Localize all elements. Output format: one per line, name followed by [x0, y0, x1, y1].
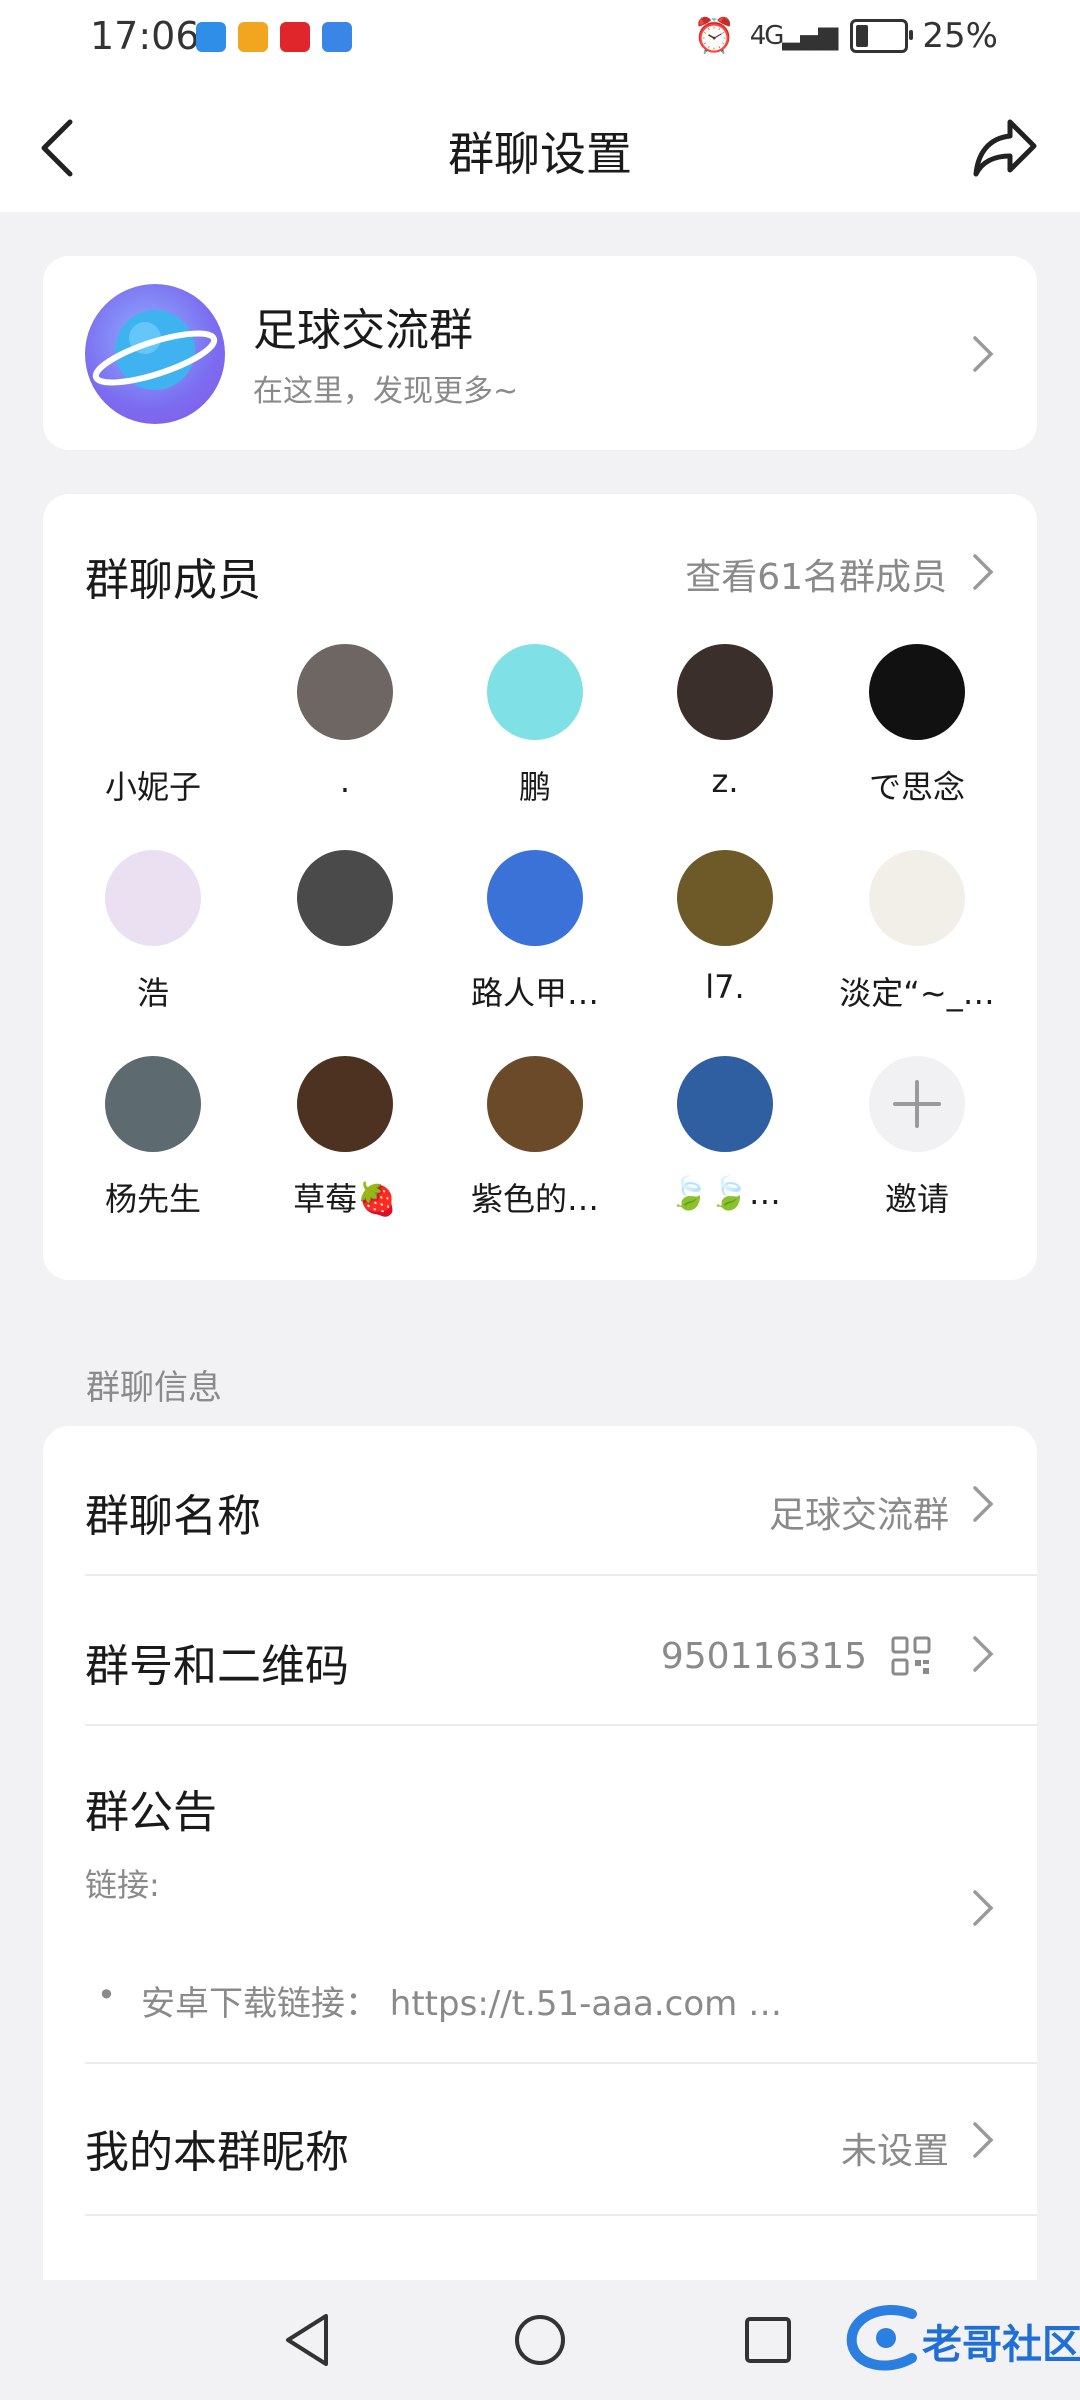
signal-icon: 4G▂▄▆	[749, 21, 839, 51]
group-name-label: 群聊名称	[85, 1491, 261, 1542]
member-name: 浩	[136, 974, 169, 1012]
group-name: 足球交流群	[253, 305, 473, 356]
group-notice-label: 群公告	[85, 1787, 217, 1838]
invite-member-button[interactable]: 邀请	[827, 1056, 1007, 1220]
chevron-right-icon	[973, 1636, 994, 1672]
member-name: で思念	[868, 768, 965, 806]
member-avatar	[677, 850, 773, 946]
member-item[interactable]: 路人甲…	[445, 850, 625, 1014]
member-name: z.	[711, 762, 739, 800]
member-avatar	[677, 644, 773, 740]
group-profile-card[interactable]: 足球交流群 在这里，发现更多~	[43, 256, 1037, 450]
member-item[interactable]: 🍃🍃…	[635, 1056, 815, 1212]
member-avatar	[487, 850, 583, 946]
status-time: 17:06	[90, 14, 200, 58]
notice-line: 链接:	[85, 1866, 160, 1904]
member-avatar	[105, 1056, 201, 1152]
plus-icon	[869, 1056, 965, 1152]
divider	[85, 1724, 1037, 1726]
divider	[85, 1574, 1037, 1576]
members-title: 群聊成员	[85, 555, 261, 606]
member-item[interactable]: z.	[635, 644, 815, 800]
notification-icons	[196, 22, 352, 52]
alarm-icon: ⏰	[693, 16, 736, 56]
group-id-value: 950116315	[660, 1636, 867, 1677]
status-bar: 17:06 ⏰ 4G▂▄▆ 25%	[0, 0, 1080, 80]
my-nickname-value: 未设置	[840, 2131, 949, 2172]
group-notice-row[interactable]: 群公告 链接: • 安卓下载链接： https://t.51-aaa.com …	[85, 1776, 995, 2026]
member-name: .	[339, 762, 351, 800]
watermark-text: 老哥社区	[922, 2322, 1080, 2368]
group-name-row[interactable]: 群聊名称 足球交流群	[85, 1480, 995, 1560]
qr-code-icon[interactable]	[891, 1636, 931, 1676]
chevron-right-icon	[973, 1890, 994, 1926]
member-avatar	[869, 644, 965, 740]
page-title: 群聊设置	[448, 127, 632, 181]
system-nav-bar: 老哥社区	[0, 2280, 1080, 2400]
member-name: 草莓🍓	[293, 1180, 397, 1218]
group-info-card: 群聊名称 足球交流群 群号和二维码 950116315 群公告 链接: • 安卓…	[43, 1426, 1037, 2328]
group-subtitle: 在这里，发现更多~	[253, 374, 519, 409]
member-item[interactable]: 紫色的…	[445, 1056, 625, 1220]
battery-icon	[850, 19, 914, 53]
chevron-right-icon	[973, 1486, 994, 1522]
my-nickname-label: 我的本群昵称	[85, 2127, 349, 2178]
divider	[85, 2214, 1037, 2216]
member-name: l7.	[705, 968, 745, 1006]
status-right: ⏰ 4G▂▄▆ 25%	[693, 16, 998, 56]
member-avatar	[297, 850, 393, 946]
notice-bullet-dot: •	[97, 1976, 116, 2014]
group-id-label: 群号和二维码	[85, 1641, 349, 1692]
member-name: 淡定“~_…	[839, 974, 995, 1012]
app-notification-icon	[280, 22, 310, 52]
member-item[interactable]: 草莓🍓	[255, 1056, 435, 1220]
member-avatar	[677, 1056, 773, 1152]
chevron-right-icon	[973, 336, 994, 372]
member-item[interactable]	[255, 850, 435, 968]
watermark-logo-icon	[846, 2305, 917, 2371]
group-members-card: 群聊成员 查看61名群成员 小妮子. 鹏 z. で思念浩 路人甲… l7. 淡定“~_… 杨先…	[43, 494, 1037, 1280]
member-name: 鹏	[518, 768, 551, 806]
chevron-right-icon	[973, 2122, 994, 2158]
group-id-row[interactable]: 群号和二维码 950116315	[85, 1630, 995, 1710]
nav-recents-square-icon[interactable]	[738, 2310, 798, 2370]
member-name: 紫色的…	[470, 1180, 599, 1218]
member-item[interactable]: 鹏	[445, 644, 625, 808]
battery-percent: 25%	[922, 16, 998, 56]
member-item[interactable]: l7.	[635, 850, 815, 1006]
member-item[interactable]: 淡定“~_…	[827, 850, 1007, 1014]
member-item[interactable]: で思念	[827, 644, 1007, 808]
share-icon[interactable]	[970, 114, 1040, 180]
view-all-members-link[interactable]: 查看61名群成员	[685, 548, 947, 600]
member-avatar	[869, 850, 965, 946]
divider	[85, 2062, 1037, 2064]
top-nav-bar: 群聊设置	[0, 80, 1080, 212]
chevron-right-icon[interactable]	[971, 552, 995, 592]
invite-label: 邀请	[884, 1180, 949, 1218]
member-item[interactable]: 小妮子	[63, 644, 243, 808]
member-name: 🍃🍃…	[669, 1174, 781, 1212]
app-notification-icon	[322, 22, 352, 52]
notice-bullet-text: 安卓下载链接： https://t.51-aaa.com …	[141, 1984, 783, 2024]
app-notification-icon	[238, 22, 268, 52]
member-avatar	[297, 1056, 393, 1152]
member-item[interactable]: 杨先生	[63, 1056, 243, 1220]
member-avatar	[297, 644, 393, 740]
group-name-value: 足球交流群	[768, 1495, 949, 1536]
member-item[interactable]: 浩	[63, 850, 243, 1014]
member-name: 杨先生	[104, 1180, 201, 1218]
my-nickname-row[interactable]: 我的本群昵称 未设置	[85, 2116, 995, 2196]
member-name: 小妮子	[104, 768, 201, 806]
member-avatar	[487, 1056, 583, 1152]
group-avatar	[85, 284, 225, 424]
member-name: 路人甲…	[470, 974, 599, 1012]
app-notification-icon	[196, 22, 226, 52]
member-avatar	[105, 850, 201, 946]
member-avatar	[105, 644, 201, 740]
nav-home-circle-icon[interactable]	[510, 2310, 570, 2370]
member-avatar	[487, 644, 583, 740]
member-item[interactable]: .	[255, 644, 435, 800]
section-label: 群聊信息	[86, 1368, 222, 1408]
nav-back-triangle-icon[interactable]	[280, 2310, 340, 2370]
